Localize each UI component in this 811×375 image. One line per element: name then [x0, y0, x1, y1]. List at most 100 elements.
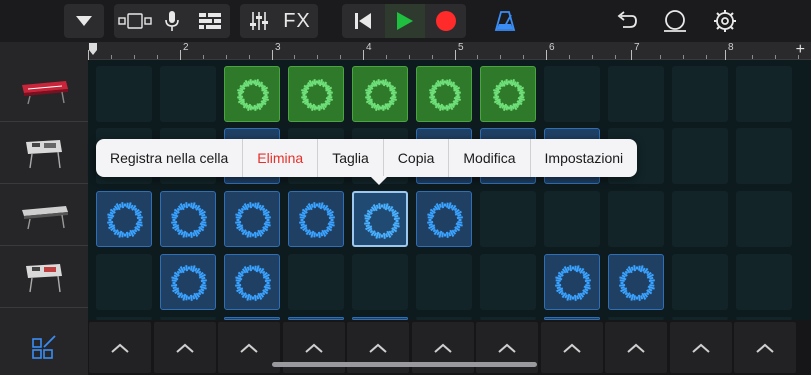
ruler-minor-tick — [408, 55, 410, 59]
loop-cell[interactable] — [224, 254, 280, 310]
empty-cell[interactable] — [672, 128, 728, 184]
settings-gear-icon[interactable] — [710, 4, 740, 38]
ruler-minor-tick — [317, 55, 318, 59]
chevron-up-icon — [498, 343, 516, 353]
column-trigger-button[interactable] — [89, 322, 151, 373]
empty-cell[interactable] — [416, 254, 472, 310]
chevron-up-icon — [562, 343, 581, 353]
empty-cell[interactable] — [672, 66, 728, 122]
ruler-minor-tick — [248, 55, 250, 59]
record-icon[interactable] — [428, 4, 464, 38]
column-trigger-button[interactable] — [669, 322, 732, 373]
ruler-minor-tick — [225, 55, 227, 59]
empty-cell[interactable] — [672, 254, 728, 310]
loop-cell[interactable] — [160, 254, 216, 310]
record-into-cell-item[interactable]: Registra nella cella — [96, 139, 244, 177]
loop-cell[interactable] — [288, 66, 344, 122]
track-header[interactable] — [0, 60, 88, 122]
loop-cell[interactable] — [96, 191, 152, 247]
ruler-minor-tick — [660, 55, 661, 59]
home-indicator — [272, 362, 537, 367]
ruler-minor-tick — [385, 55, 387, 59]
ruler-minor-tick — [477, 55, 478, 59]
edit-item[interactable]: Modifica — [449, 139, 531, 177]
cut-item[interactable]: Taglia — [318, 139, 384, 177]
empty-cell[interactable] — [544, 191, 600, 247]
loop-cell[interactable] — [160, 191, 216, 247]
fx-button[interactable]: FX — [278, 4, 316, 38]
ruler-minor-tick — [523, 55, 524, 59]
empty-cell[interactable] — [160, 66, 216, 122]
column-trigger-button[interactable] — [218, 322, 280, 373]
loop-cell[interactable] — [416, 191, 472, 247]
empty-cell[interactable] — [736, 254, 792, 310]
edit-grid-button[interactable] — [0, 320, 88, 375]
ruler-minor-tick — [111, 55, 112, 59]
browser-button[interactable] — [64, 4, 104, 38]
ruler-minor-tick — [706, 55, 707, 59]
ruler-minor-tick — [568, 55, 570, 59]
transport-group — [342, 4, 466, 38]
ruler-minor-tick — [157, 55, 158, 59]
empty-cell[interactable] — [544, 66, 600, 122]
empty-cell[interactable] — [288, 254, 344, 310]
microphone-icon[interactable] — [156, 4, 188, 38]
loop-cell[interactable] — [416, 66, 472, 122]
ruler-minor-tick — [202, 55, 204, 59]
chevron-up-icon — [756, 343, 774, 353]
ruler-minor-tick — [614, 55, 616, 59]
settings-item[interactable]: Impostazioni — [531, 139, 638, 177]
loop-cell[interactable] — [224, 66, 280, 122]
synth-red-keyboard-icon — [22, 80, 68, 104]
column-trigger-button[interactable] — [153, 322, 216, 373]
copy-item[interactable]: Copia — [384, 139, 450, 177]
metronome-icon[interactable] — [488, 4, 522, 38]
undo-icon[interactable] — [610, 4, 642, 38]
loop-browser-icon[interactable] — [658, 4, 692, 38]
empty-cell[interactable] — [480, 254, 536, 310]
empty-cell[interactable] — [352, 254, 408, 310]
chevron-up-icon — [627, 343, 645, 353]
triangle-down-icon — [64, 4, 104, 38]
loop-cell[interactable] — [608, 254, 664, 310]
drum-machine-icon — [26, 139, 62, 168]
play-icon[interactable] — [385, 4, 425, 38]
timeline-ruler[interactable]: 1 2 3 4 5 6 7 8 + — [88, 41, 811, 60]
tracks-view-icon[interactable] — [116, 4, 154, 38]
ruler-minor-tick — [751, 55, 753, 59]
empty-cell[interactable] — [96, 66, 152, 122]
empty-cell[interactable] — [96, 254, 152, 310]
empty-cell[interactable] — [672, 191, 728, 247]
delete-item[interactable]: Elimina — [243, 139, 319, 177]
empty-cell[interactable] — [736, 66, 792, 122]
go-to-start-icon[interactable] — [344, 4, 382, 38]
loop-cell[interactable] — [544, 254, 600, 310]
track-header[interactable] — [0, 184, 88, 246]
loop-cell[interactable] — [224, 191, 280, 247]
track-header[interactable] — [0, 122, 88, 184]
live-loops-grid — [88, 60, 811, 320]
empty-cell[interactable] — [608, 191, 664, 247]
track-header[interactable] — [0, 246, 88, 308]
chevron-up-icon — [369, 343, 387, 353]
empty-cell[interactable] — [608, 66, 664, 122]
ruler-minor-tick — [683, 55, 684, 59]
mixer-strip-icon[interactable] — [192, 4, 228, 38]
live-loops-app: FX 1 2 3 4 5 6 — [0, 0, 811, 375]
empty-cell[interactable] — [736, 191, 792, 247]
ruler-minor-tick — [340, 55, 341, 59]
empty-cell[interactable] — [480, 191, 536, 247]
column-trigger-button[interactable] — [734, 322, 796, 373]
empty-cell[interactable] — [736, 128, 792, 184]
chevron-up-icon — [175, 343, 194, 353]
column-trigger-button[interactable] — [540, 322, 603, 373]
view-group — [114, 4, 230, 38]
loop-cell[interactable] — [480, 66, 536, 122]
loop-cell[interactable] — [352, 191, 408, 247]
add-section-button[interactable]: + — [796, 41, 805, 59]
playhead-icon[interactable] — [88, 42, 98, 56]
loop-cell[interactable] — [288, 191, 344, 247]
column-trigger-button[interactable] — [605, 322, 667, 373]
eq-sliders-icon[interactable] — [242, 4, 276, 38]
loop-cell[interactable] — [352, 66, 408, 122]
